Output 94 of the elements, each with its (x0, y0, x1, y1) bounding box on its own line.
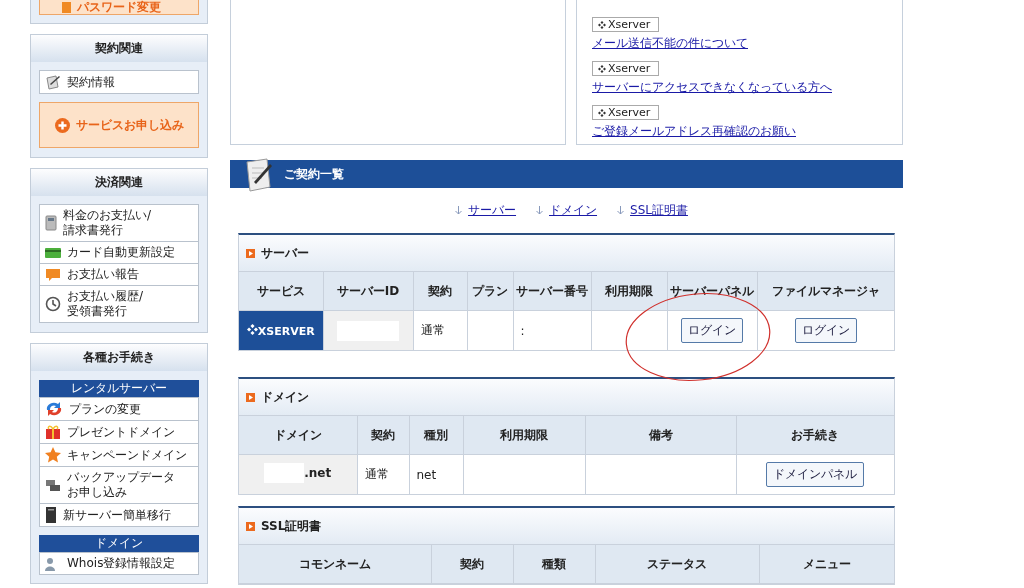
column-header: プラン (467, 271, 513, 311)
button-label: サービスお申し込み (75, 117, 184, 133)
anchor-link[interactable]: ドメイン (549, 202, 598, 219)
column-header: 種類 (513, 544, 595, 584)
column-header: コモンネーム (239, 544, 431, 584)
item-label: カード自動更新設定 (67, 245, 175, 260)
item-label: プレゼントドメイン (67, 424, 175, 440)
group-header: レンタルサーバー (39, 380, 199, 397)
column-header: お手続き (736, 415, 894, 455)
table-cell: 通常 (364, 467, 389, 481)
down-arrow-icon (536, 206, 544, 215)
anchor-link[interactable]: SSL証明書 (630, 202, 688, 219)
column-header: メニュー (759, 544, 894, 584)
panel-title: 各種お手続き (31, 344, 207, 371)
item-label: バックアップデータ (67, 470, 175, 485)
domain-name: .net (304, 466, 332, 480)
login-button[interactable]: ログイン (681, 318, 743, 343)
anchor-link[interactable]: サーバー (468, 202, 517, 219)
table-cell: net (416, 467, 437, 482)
column-header: 契約 (431, 544, 513, 584)
item-label: 請求書発行 (63, 223, 124, 238)
calculator-icon (45, 215, 57, 231)
service-logo: XSERVER (239, 310, 323, 350)
section-title: ドメイン (261, 388, 309, 406)
panel-title: 決済関連 (31, 169, 207, 196)
item-label: Whois登録情報設定 (67, 556, 176, 571)
login-button[interactable]: ログイン (794, 318, 857, 343)
column-header: 種別 (409, 415, 463, 455)
diamond-icon (598, 20, 606, 29)
column-header: 契約 (413, 271, 467, 311)
sidebar-item[interactable]: カード自動更新設定 (39, 241, 199, 264)
sidebar-item[interactable]: プランの変更 (39, 397, 199, 421)
sidebar-item[interactable]: お支払い報告 (39, 263, 199, 286)
login-button[interactable]: ドメインパネル (766, 462, 865, 487)
source-tag: Xserver (592, 61, 660, 76)
gift-icon (45, 424, 61, 440)
item-label: お支払い報告 (67, 267, 139, 282)
news-link[interactable]: メール送信不能の件について (592, 35, 887, 52)
source-tag: Xserver (592, 105, 660, 120)
refresh-arrows-icon (45, 401, 63, 417)
sidebar-item[interactable]: お支払い履歴/ 受領書発行 (39, 285, 199, 323)
star-icon (45, 447, 61, 463)
item-label: お支払い履歴/ (67, 289, 144, 304)
column-header: 契約 (357, 415, 409, 455)
speech-bubble-icon (45, 267, 61, 282)
sidebar-item[interactable]: 契約情報 (39, 70, 199, 94)
server-tower-icon (45, 507, 57, 523)
column-header: サービス (239, 271, 323, 311)
plus-icon (54, 117, 70, 133)
table-cell: 通常 (420, 323, 445, 337)
panel-title: 契約関連 (31, 35, 207, 62)
news-link[interactable]: サーバーにアクセスできなくなっている方へ (592, 79, 887, 96)
clock-icon (45, 296, 61, 312)
sidebar-item[interactable]: 新サーバー簡単移行 (39, 503, 199, 527)
source-tag: Xserver (592, 17, 660, 32)
diamond-icon (246, 323, 258, 335)
banner-title: ご契約一覧 (284, 165, 344, 183)
down-arrow-icon (617, 206, 625, 215)
diamond-icon (598, 64, 606, 73)
down-arrow-icon (455, 206, 463, 215)
column-header: サーバーID (323, 271, 413, 311)
section-title: SSL証明書 (261, 517, 322, 535)
column-header: 利用期限 (591, 271, 667, 311)
stacked-drives-icon (45, 477, 61, 493)
item-label: お申し込み (67, 485, 128, 500)
item-label: 新サーバー簡単移行 (63, 507, 171, 523)
column-header: 備考 (585, 415, 736, 455)
table-cell: : (520, 323, 525, 338)
diamond-icon (598, 108, 606, 117)
column-header: サーバー番号 (513, 271, 591, 311)
section-title: サーバー (261, 244, 309, 262)
news-link[interactable]: ご登録メールアドレス再確認のお願い (592, 123, 887, 140)
item-label: 契約情報 (67, 74, 115, 90)
sidebar-item[interactable]: 料金のお支払い/ 請求書発行 (39, 204, 199, 242)
item-label: 受領書発行 (67, 304, 128, 319)
document-pen-icon (45, 74, 61, 90)
play-icon (246, 248, 255, 258)
column-header: ステータス (595, 544, 759, 584)
column-header: ファイルマネージャ (757, 271, 894, 311)
group-header: ドメイン (39, 535, 199, 552)
play-icon (246, 521, 255, 531)
sidebar-item[interactable]: バックアップデータ お申し込み (39, 466, 199, 504)
sidebar-item[interactable]: キャンペーンドメイン (39, 443, 199, 467)
item-label: キャンペーンドメイン (67, 447, 187, 463)
document-pen-icon (244, 158, 274, 192)
sidebar-item[interactable]: プレゼントドメイン (39, 420, 199, 444)
column-header: 利用期限 (463, 415, 585, 455)
item-label: 料金のお支払い/ (63, 208, 152, 223)
play-icon (246, 392, 255, 402)
item-label: プランの変更 (69, 401, 141, 417)
column-header: ドメイン (239, 415, 357, 455)
button-label: パスワード変更 (77, 0, 161, 14)
card-icon (45, 246, 61, 259)
sidebar-item[interactable]: Whois登録情報設定 (39, 552, 199, 575)
